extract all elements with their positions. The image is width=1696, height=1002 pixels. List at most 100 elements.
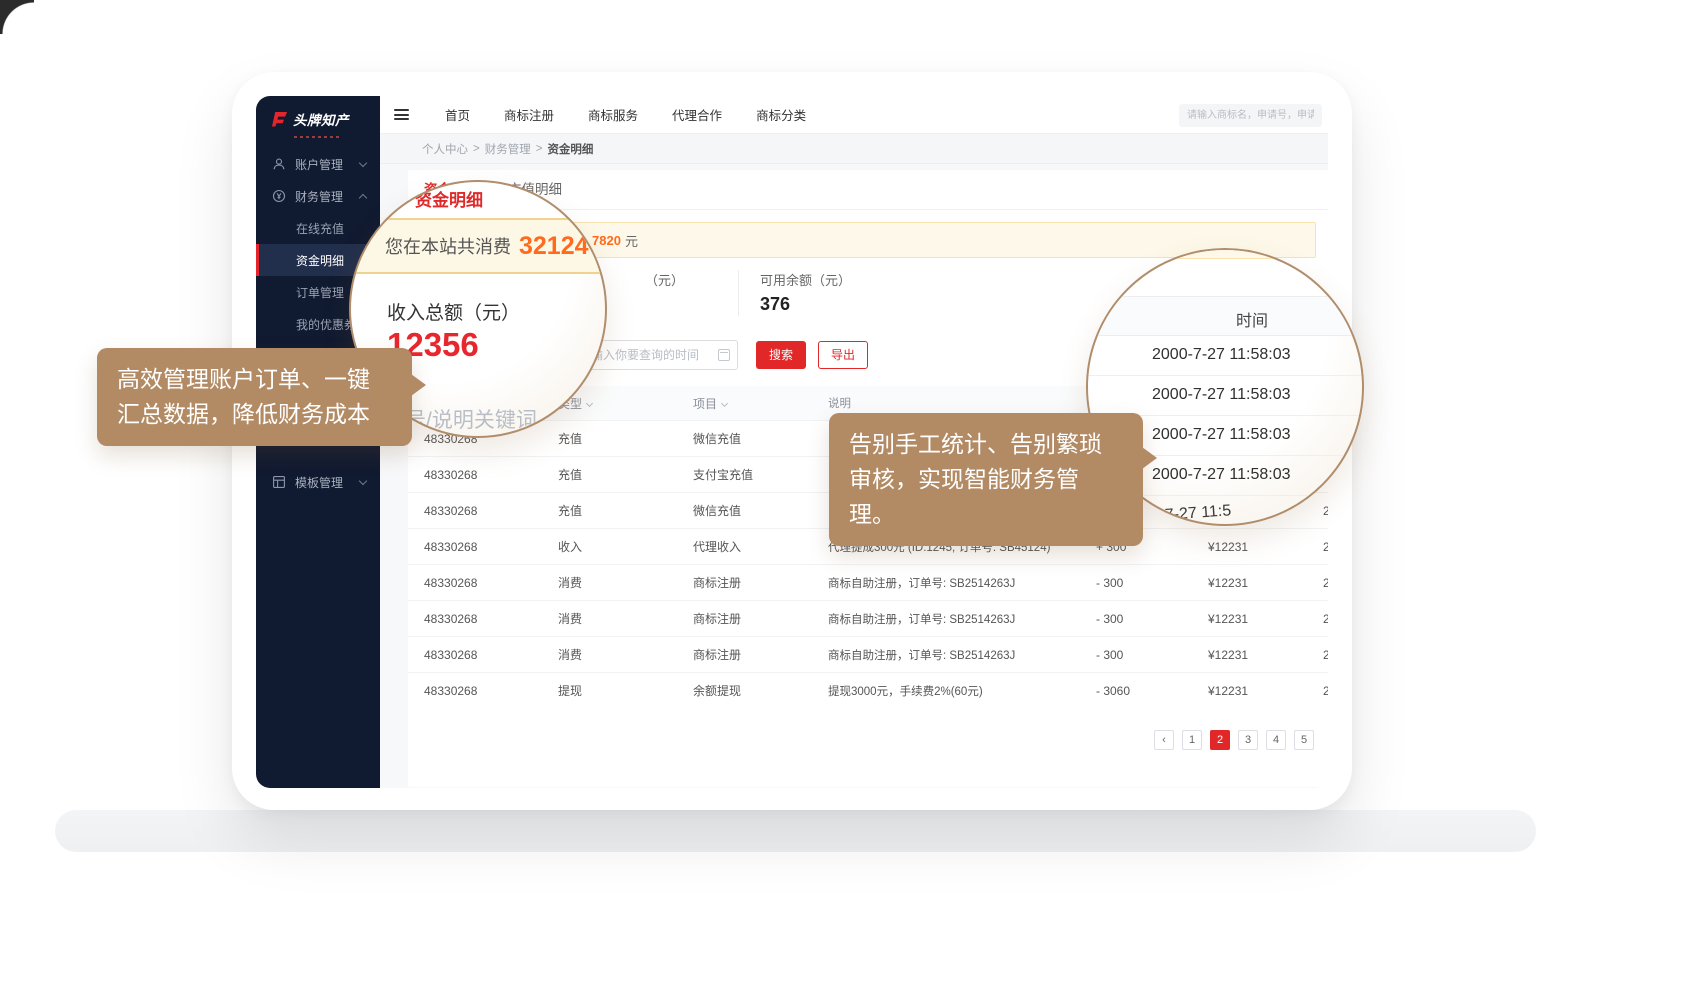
cell: 提现3000元，手续费2%(60元) xyxy=(828,683,1078,699)
cell: - 300 xyxy=(1078,612,1168,626)
finance-icon xyxy=(272,189,286,203)
cell: 商标注册 xyxy=(693,574,828,591)
available-balance-label: 可用余额（元） xyxy=(760,270,851,289)
sidebar-item-财务管理[interactable]: 财务管理 xyxy=(256,180,380,212)
tooltip-left-text: 高效管理账户订单、一键汇总数据，降低财务成本 xyxy=(117,366,370,427)
cell: 微信充值 xyxy=(693,502,828,519)
mid-stat-label: （元） xyxy=(645,270,684,289)
table-row[interactable]: 48330268消费商标注册商标自助注册，订单号: SB2514263J- 30… xyxy=(408,636,1328,672)
export-button[interactable]: 导出 xyxy=(818,341,868,369)
nav-item-代理合作[interactable]: 代理合作 xyxy=(672,105,722,124)
cell: 2000-7-27 11:58:03 xyxy=(1278,684,1328,698)
nav-item-商标分类[interactable]: 商标分类 xyxy=(756,105,806,124)
sort-caret-icon[interactable] xyxy=(586,399,593,406)
cell: 消费 xyxy=(558,574,693,591)
stat-divider xyxy=(738,270,739,316)
cell: ¥12231 xyxy=(1168,684,1278,698)
cell: 48330268 xyxy=(424,684,558,698)
magnified-tab-label: 资金明细 xyxy=(415,186,483,211)
top-navbar: 首页 商标注册 商标服务 代理合作 商标分类 xyxy=(380,96,1328,134)
column-header[interactable]: 类型 xyxy=(558,395,693,412)
pagination-page-2[interactable]: 2 xyxy=(1210,730,1230,750)
cell: 商标自助注册，订单号: SB2514263J xyxy=(828,611,1078,627)
breadcrumb-item[interactable]: 个人中心 xyxy=(422,141,468,157)
table-row[interactable]: 48330268消费商标注册商标自助注册，订单号: SB2514263J- 30… xyxy=(408,600,1328,636)
logo[interactable]: 头牌知产 xyxy=(256,96,380,135)
cell: 充值 xyxy=(558,466,693,483)
cell: 消费 xyxy=(558,646,693,663)
template-icon xyxy=(272,475,286,489)
column-header[interactable]: 项目 xyxy=(693,395,828,412)
cell: 48330268 xyxy=(424,468,558,482)
magnified-time-header: 时间 xyxy=(1088,296,1362,336)
cell: - 300 xyxy=(1078,576,1168,590)
calendar-icon[interactable] xyxy=(718,349,730,361)
magnified-time-value: 2000-7-27 11:58:03 xyxy=(1152,466,1290,484)
cell: ¥12231 xyxy=(1168,612,1278,626)
pagination-page-3[interactable]: 3 xyxy=(1238,730,1258,750)
sidebar-item-label: 在线充值 xyxy=(296,220,344,237)
magnified-time-value: 2000-7-27 11:58:03 xyxy=(1152,426,1290,444)
sidebar-item-账户管理[interactable]: 账户管理 xyxy=(256,148,380,180)
cell: 消费 xyxy=(558,610,693,627)
cell: 2000-7-27 11:58:03 xyxy=(1278,576,1328,590)
sort-caret-icon[interactable] xyxy=(721,399,728,406)
tooltip-right-arrow xyxy=(1142,447,1157,469)
available-balance-value: 376 xyxy=(760,294,790,315)
cell: 48330268 xyxy=(424,612,558,626)
trademark-search-input[interactable] xyxy=(1179,104,1322,127)
cell: 48330268 xyxy=(424,576,558,590)
cell: - 300 xyxy=(1078,648,1168,662)
magnified-time-row: 2000-7-27 11:58:03 xyxy=(1088,336,1362,376)
tooltip-left-arrow xyxy=(411,374,426,396)
pagination-page-1[interactable]: 1 xyxy=(1182,730,1202,750)
breadcrumb-item[interactable]: 资金明细 xyxy=(547,141,593,157)
banner-suffix: 元 xyxy=(625,231,638,250)
sidebar-item-label: 资金明细 xyxy=(296,252,344,269)
cell: 提现 xyxy=(558,682,693,699)
magnified-income-label: 收入总额（元） xyxy=(387,298,520,325)
magnified-banner-amount: 32124 xyxy=(519,232,589,261)
laptop-base xyxy=(55,810,1536,852)
tooltip-right-text: 告别手工统计、告别繁琐审核，实现智能财务管理。 xyxy=(849,431,1102,527)
sidebar-item-label: 财务管理 xyxy=(295,188,343,205)
page: 头牌知产 账户管理财务管理在线充值资金明细订单管理我的优惠券我的发票模板管理 首… xyxy=(0,0,1696,1002)
nav-item-首页[interactable]: 首页 xyxy=(445,105,470,124)
cell: - 3060 xyxy=(1078,684,1168,698)
cell: 代理收入 xyxy=(693,538,828,555)
search-button[interactable]: 搜索 xyxy=(756,341,806,369)
pagination-prev-button[interactable]: ‹ xyxy=(1154,730,1174,750)
breadcrumb-item[interactable]: 财务管理 xyxy=(485,141,531,157)
magnified-banner: 您在本站共消费 32124 xyxy=(353,218,607,274)
date-picker[interactable] xyxy=(580,340,738,370)
chevron-down-icon xyxy=(359,159,367,167)
sidebar-item-模板管理[interactable]: 模板管理 xyxy=(256,466,380,498)
cell: 2000-7-27 11:58:03 xyxy=(1278,648,1328,662)
hamburger-menu-icon[interactable] xyxy=(394,107,409,123)
cell: 余额提现 xyxy=(693,682,828,699)
pagination-page-4[interactable]: 4 xyxy=(1266,730,1286,750)
nav-item-商标注册[interactable]: 商标注册 xyxy=(504,105,554,124)
pagination-page-5[interactable]: 5 xyxy=(1294,730,1314,750)
cell: 2000-7-27 11:58:03 xyxy=(1278,612,1328,626)
cell: 支付宝充值 xyxy=(693,466,828,483)
pagination: ‹ 12345 xyxy=(1154,730,1314,750)
magnified-banner-strip xyxy=(1088,250,1362,259)
logo-subline xyxy=(294,136,340,138)
nav-item-商标服务[interactable]: 商标服务 xyxy=(588,105,638,124)
sidebar-item-label: 订单管理 xyxy=(296,284,344,301)
table-row[interactable]: 48330268消费商标注册商标自助注册，订单号: SB2514263J- 30… xyxy=(408,564,1328,600)
sidebar-item-label: 我的优惠券 xyxy=(296,316,356,333)
chevron-up-icon xyxy=(359,194,367,202)
corner-decoration xyxy=(0,0,34,34)
cell: 收入 xyxy=(558,538,693,555)
cell: 2000-7-27 11:58:03 xyxy=(1278,540,1328,554)
tooltip-right: 告别手工统计、告别繁琐审核，实现智能财务管理。 xyxy=(829,413,1143,546)
date-input[interactable] xyxy=(580,340,738,370)
user-icon xyxy=(272,157,286,171)
table-row[interactable]: 48330268提现余额提现提现3000元，手续费2%(60元)- 3060¥1… xyxy=(408,672,1328,708)
column-header: 说明 xyxy=(828,395,1078,411)
cell: ¥12231 xyxy=(1168,540,1278,554)
logo-flag-icon xyxy=(269,111,289,127)
cell: 微信充值 xyxy=(693,430,828,447)
